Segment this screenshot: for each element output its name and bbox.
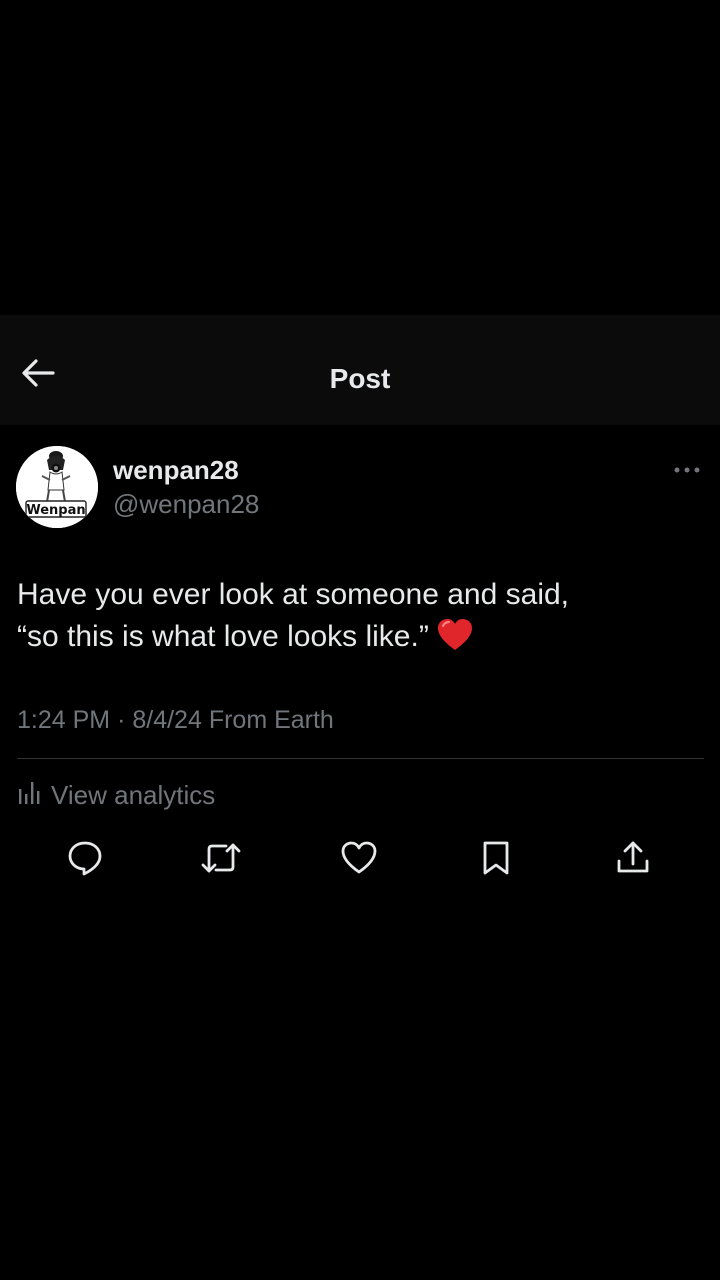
repost-icon [200,839,242,882]
post-date: 8/4/24 [132,706,202,734]
author-handle[interactable]: @wenpan28 [113,489,259,520]
post-screen: Post Wenpan wenpan28 @wenpan28 Have you … [0,0,720,1280]
more-dots-icon [673,461,701,479]
post-body: Have you ever look at someone and said, … [17,574,707,664]
reply-button[interactable] [63,838,107,882]
avatar[interactable]: Wenpan [16,446,98,528]
view-analytics-link[interactable]: View analytics [17,779,215,812]
reply-icon [66,839,104,882]
repost-button[interactable] [199,838,243,882]
view-analytics-label: View analytics [51,780,216,810]
like-button[interactable] [337,838,381,882]
share-icon [615,839,651,882]
share-button[interactable] [611,838,655,882]
top-bar: Post [0,315,720,425]
post-text-line-2: “so this is what love looks like.” [17,620,429,653]
bookmark-icon [480,839,512,882]
meta-separator: · [117,706,126,734]
bookmark-button[interactable] [474,838,518,882]
page-title: Post [329,363,391,394]
avatar-logo-text: Wenpan [26,503,85,518]
post-time: 1:24 PM [17,706,111,734]
red-heart-emoji-icon [437,618,473,664]
heart-icon [340,840,378,881]
bar-chart-icon [17,779,41,812]
author-display-name[interactable]: wenpan28 [113,455,239,486]
divider [17,758,704,759]
post-source: From Earth [208,706,334,734]
post-metadata: 1:24 PM · 8/4/24 From Earth [17,706,334,735]
post-text-line-1: Have you ever look at someone and said, [17,578,569,611]
more-options-button[interactable] [670,458,704,482]
